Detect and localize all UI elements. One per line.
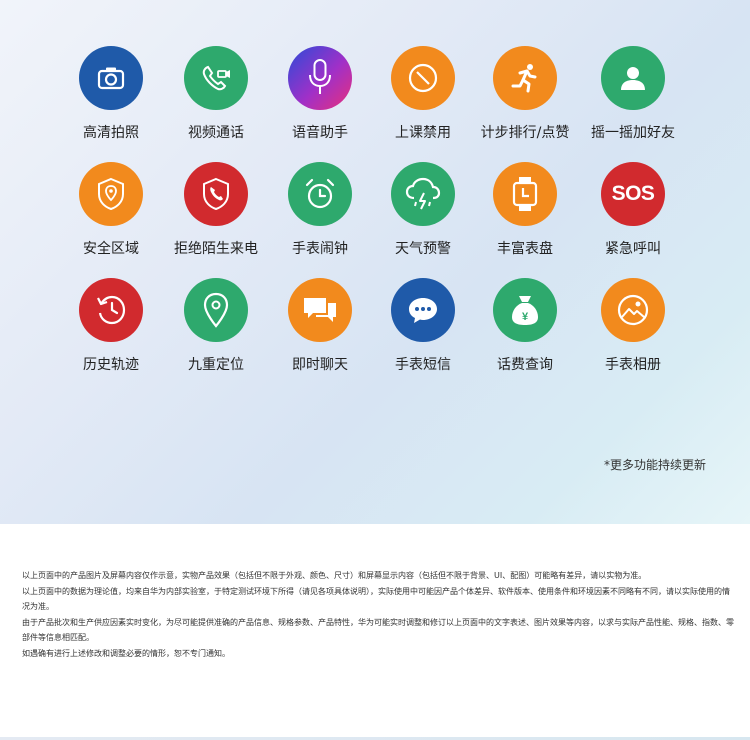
disclaimer-paragraph: 由于产品批次和生产供应因素实时变化，为尽可能提供准确的产品信息、规格参数、产品特… <box>22 617 734 643</box>
disclaimer-paragraph: 以上页面中的数据为理论值，均来自华为内部实验室，于特定测试环境下所得（请见各项具… <box>22 586 730 612</box>
feature-label: 语音助手 <box>292 125 348 141</box>
disclaimer-paragraph: 以上页面中的产品图片及屏幕内容仅作示意，实物产品效果（包括但不限于外观、颜色、尺… <box>22 571 647 580</box>
feature-watch-alarm[interactable]: 手表闹钟 <box>265 162 375 262</box>
feature-watch-album[interactable]: 手表相册 <box>578 278 688 378</box>
feature-label: 摇一摇加好友 <box>591 125 675 141</box>
feature-label: 手表短信 <box>395 357 451 373</box>
feature-label: 手表相册 <box>605 357 661 373</box>
feature-label: 天气预警 <box>395 241 451 257</box>
feature-watch-faces[interactable]: 丰富表盘 <box>470 162 580 262</box>
sos-text: SOS <box>611 182 655 205</box>
more-features-note: *更多功能持续更新 <box>603 458 706 472</box>
feature-hd-photo[interactable]: 高清拍照 <box>56 46 166 146</box>
feature-history-track[interactable]: 历史轨迹 <box>56 278 166 378</box>
money-bag-icon: ¥ <box>493 278 557 342</box>
feature-emergency-call[interactable]: SOS 紧急呼叫 <box>578 162 688 262</box>
video-call-icon <box>184 46 248 110</box>
feature-balance-query[interactable]: ¥ 话费查询 <box>470 278 580 378</box>
running-person-icon <box>493 46 557 110</box>
disclaimer-paragraph: 如遇确有进行上述修改和调整必要的情形，恕不专门通知。 <box>22 648 230 658</box>
photo-album-icon <box>601 278 665 342</box>
feature-step-ranking[interactable]: 计步排行/点赞 <box>470 46 580 146</box>
feature-label: 九重定位 <box>188 357 244 373</box>
camera-icon <box>79 46 143 110</box>
feature-instant-chat[interactable]: 即时聊天 <box>265 278 375 378</box>
feature-watch-sms[interactable]: 手表短信 <box>368 278 478 378</box>
feature-label: 手表闹钟 <box>292 241 348 257</box>
feature-block-strangers[interactable]: 拒绝陌生来电 <box>161 162 271 262</box>
feature-weather-alert[interactable]: 天气预警 <box>368 162 478 262</box>
message-bubble-icon <box>391 278 455 342</box>
history-clock-icon <box>79 278 143 342</box>
feature-shake-add-friend[interactable]: 摇一摇加好友 <box>578 46 688 146</box>
feature-label: 即时聊天 <box>292 357 348 373</box>
currency-symbol: ¥ <box>522 311 529 323</box>
microphone-icon <box>288 46 352 110</box>
location-pin-icon <box>184 278 248 342</box>
feature-label: 安全区域 <box>83 241 139 257</box>
feature-class-mode[interactable]: 上课禁用 <box>368 46 478 146</box>
safe-zone-shield-icon <box>79 162 143 226</box>
feature-label: 计步排行/点赞 <box>480 125 570 141</box>
feature-label: 高清拍照 <box>83 125 139 141</box>
alarm-clock-icon <box>288 162 352 226</box>
weather-cloud-icon <box>391 162 455 226</box>
feature-label: 上课禁用 <box>395 125 451 141</box>
feature-label: 拒绝陌生来电 <box>174 241 258 257</box>
shield-phone-icon <box>184 162 248 226</box>
disclaimer: 以上页面中的产品图片及屏幕内容仅作示意，实物产品效果（包括但不限于外观、颜色、尺… <box>22 568 734 661</box>
feature-voice-assistant[interactable]: 语音助手 <box>265 46 375 146</box>
feature-label: 历史轨迹 <box>83 357 139 373</box>
prohibited-icon <box>391 46 455 110</box>
feature-label: 紧急呼叫 <box>605 241 661 257</box>
watch-face-icon <box>493 162 557 226</box>
feature-label: 丰富表盘 <box>497 241 553 257</box>
feature-label: 话费查询 <box>497 357 553 373</box>
features-banner: 高清拍照 视频通话 语音助手 上课禁用 计步排行/点赞 摇一摇加好友 安全区域 … <box>0 0 750 524</box>
sos-icon: SOS <box>601 162 665 226</box>
feature-safe-zone[interactable]: 安全区域 <box>56 162 166 262</box>
feature-label: 视频通话 <box>188 125 244 141</box>
feature-video-call[interactable]: 视频通话 <box>161 46 271 146</box>
feature-multi-positioning[interactable]: 九重定位 <box>161 278 271 378</box>
person-icon <box>601 46 665 110</box>
chat-bubbles-icon <box>288 278 352 342</box>
